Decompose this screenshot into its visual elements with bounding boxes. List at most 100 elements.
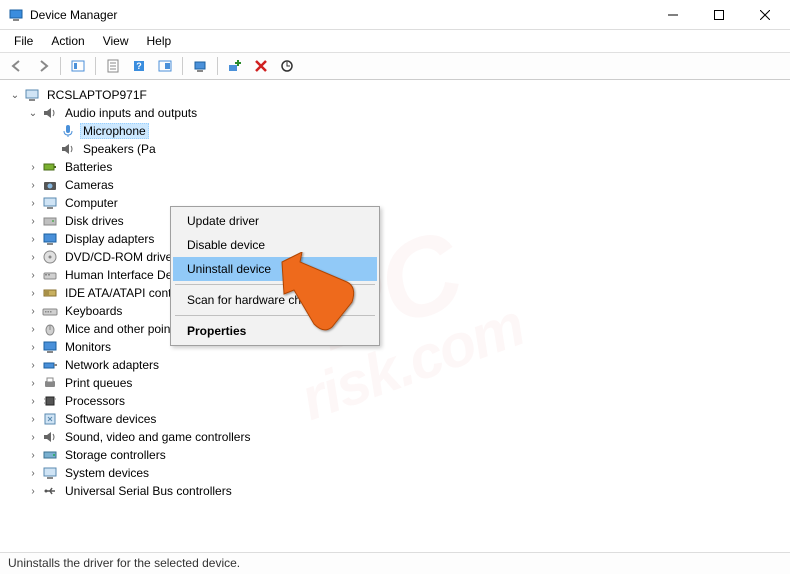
category-icon: [42, 177, 58, 193]
tree-category-label: Display adapters: [62, 231, 157, 247]
tree-category-label: Print queues: [62, 375, 135, 391]
close-button[interactable]: [742, 0, 788, 30]
expander-icon[interactable]: ›: [26, 466, 40, 480]
tree-category-label: Audio inputs and outputs: [62, 105, 200, 121]
category-icon: [42, 231, 58, 247]
expander-icon[interactable]: ›: [26, 376, 40, 390]
tree-category[interactable]: ›Batteries: [4, 158, 786, 176]
expander-icon[interactable]: ›: [26, 304, 40, 318]
tree-category[interactable]: › Print queues: [4, 374, 786, 392]
properties-icon[interactable]: [102, 55, 124, 77]
scan-hardware-icon[interactable]: [189, 55, 211, 77]
expander-icon[interactable]: ›: [26, 394, 40, 408]
nav-forward-icon[interactable]: [32, 55, 54, 77]
tree-category-label: Processors: [62, 393, 128, 409]
svg-text:?: ?: [136, 61, 142, 71]
add-legacy-icon[interactable]: [224, 55, 246, 77]
expander-icon[interactable]: ⌄: [8, 88, 22, 102]
tree-category[interactable]: › System devices: [4, 464, 786, 482]
category-icon: [42, 411, 58, 427]
expander-icon[interactable]: ›: [26, 214, 40, 228]
tree-category[interactable]: › Processors: [4, 392, 786, 410]
expander-icon[interactable]: ›: [26, 430, 40, 444]
menubar: File Action View Help: [0, 30, 790, 52]
category-icon: [42, 339, 58, 355]
tree-device-speakers[interactable]: Speakers (Pa: [4, 140, 786, 158]
tree-category[interactable]: › Software devices: [4, 410, 786, 428]
menu-file[interactable]: File: [6, 32, 41, 50]
expander-icon[interactable]: ›: [26, 250, 40, 264]
ctx-uninstall-device[interactable]: Uninstall device: [173, 257, 377, 281]
nav-back-icon[interactable]: [6, 55, 28, 77]
category-icon: [42, 195, 58, 211]
tree-category[interactable]: › Universal Serial Bus controllers: [4, 482, 786, 500]
tree-category[interactable]: › Keyboards: [4, 302, 786, 320]
tree-root[interactable]: ⌄ RCSLAPTOP971F: [4, 86, 786, 104]
expander-icon[interactable]: ›: [26, 286, 40, 300]
expander-icon[interactable]: ›: [26, 358, 40, 372]
tree-category[interactable]: ›Human Interface Devices: [4, 266, 786, 284]
device-tree-view[interactable]: PC risk.com ⌄ RCSLAPTOP971F ⌄ Audio inpu…: [0, 80, 790, 552]
tree-category[interactable]: ›Computer: [4, 194, 786, 212]
menu-action[interactable]: Action: [43, 32, 92, 50]
category-icon: [42, 447, 58, 463]
tree-category-label: Software devices: [62, 411, 159, 427]
tree-category[interactable]: ›Mice and other pointing devices: [4, 320, 786, 338]
minimize-button[interactable]: [650, 0, 696, 30]
microphone-icon: [60, 123, 76, 139]
expander-icon[interactable]: ›: [26, 268, 40, 282]
remove-icon[interactable]: [250, 55, 272, 77]
help-icon[interactable]: ?: [128, 55, 150, 77]
tree-category[interactable]: ›Cameras: [4, 176, 786, 194]
tree-category[interactable]: › Display adapters: [4, 230, 786, 248]
menu-help[interactable]: Help: [139, 32, 180, 50]
ctx-properties[interactable]: Properties: [173, 319, 377, 343]
ctx-update-driver[interactable]: Update driver: [173, 209, 377, 233]
expander-icon[interactable]: ›: [26, 232, 40, 246]
speaker-icon: [60, 141, 76, 157]
category-icon: [42, 429, 58, 445]
tree-category-label: Disk drives: [62, 213, 127, 229]
expander-icon[interactable]: ›: [26, 448, 40, 462]
category-icon: [42, 303, 58, 319]
category-icon: [42, 483, 58, 499]
expander-icon[interactable]: ›: [26, 340, 40, 354]
tree-category[interactable]: ›Sound, video and game controllers: [4, 428, 786, 446]
status-text: Uninstalls the driver for the selected d…: [8, 556, 240, 570]
update-icon[interactable]: [276, 55, 298, 77]
tree-category[interactable]: ›Storage controllers: [4, 446, 786, 464]
ctx-disable-device[interactable]: Disable device: [173, 233, 377, 257]
maximize-button[interactable]: [696, 0, 742, 30]
expander-icon[interactable]: ›: [26, 178, 40, 192]
tree-category[interactable]: › Disk drives: [4, 212, 786, 230]
category-icon: [42, 249, 58, 265]
expander-icon[interactable]: ›: [26, 484, 40, 498]
tree-category-label: Keyboards: [62, 303, 125, 319]
tree-device-microphone[interactable]: Microphone: [4, 122, 786, 140]
ctx-scan-hardware[interactable]: Scan for hardware changes: [173, 288, 377, 312]
expander-icon[interactable]: ›: [26, 322, 40, 336]
ctx-separator: [175, 315, 375, 316]
context-menu: Update driver Disable device Uninstall d…: [170, 206, 380, 346]
tree-category[interactable]: ›DVD/CD-ROM drives: [4, 248, 786, 266]
tree-category-label: Monitors: [62, 339, 114, 355]
expander-icon[interactable]: ›: [26, 160, 40, 174]
tree-category-audio[interactable]: ⌄ Audio inputs and outputs: [4, 104, 786, 122]
expander-icon[interactable]: ›: [26, 412, 40, 426]
tree-category[interactable]: › Monitors: [4, 338, 786, 356]
action-icon[interactable]: [154, 55, 176, 77]
menu-view[interactable]: View: [95, 32, 137, 50]
tree-category-label: Universal Serial Bus controllers: [62, 483, 235, 499]
statusbar: Uninstalls the driver for the selected d…: [0, 552, 790, 574]
titlebar: Device Manager: [0, 0, 790, 30]
expander-icon[interactable]: ›: [26, 196, 40, 210]
tree-category-label: System devices: [62, 465, 152, 481]
expander-icon[interactable]: ⌄: [26, 106, 40, 120]
speaker-icon: [42, 105, 58, 121]
tree-category[interactable]: › Network adapters: [4, 356, 786, 374]
show-hidden-icon[interactable]: [67, 55, 89, 77]
tree-category[interactable]: ›IDE ATA/ATAPI controllers: [4, 284, 786, 302]
category-icon: [42, 213, 58, 229]
ctx-separator: [175, 284, 375, 285]
tree-category-label: Network adapters: [62, 357, 162, 373]
